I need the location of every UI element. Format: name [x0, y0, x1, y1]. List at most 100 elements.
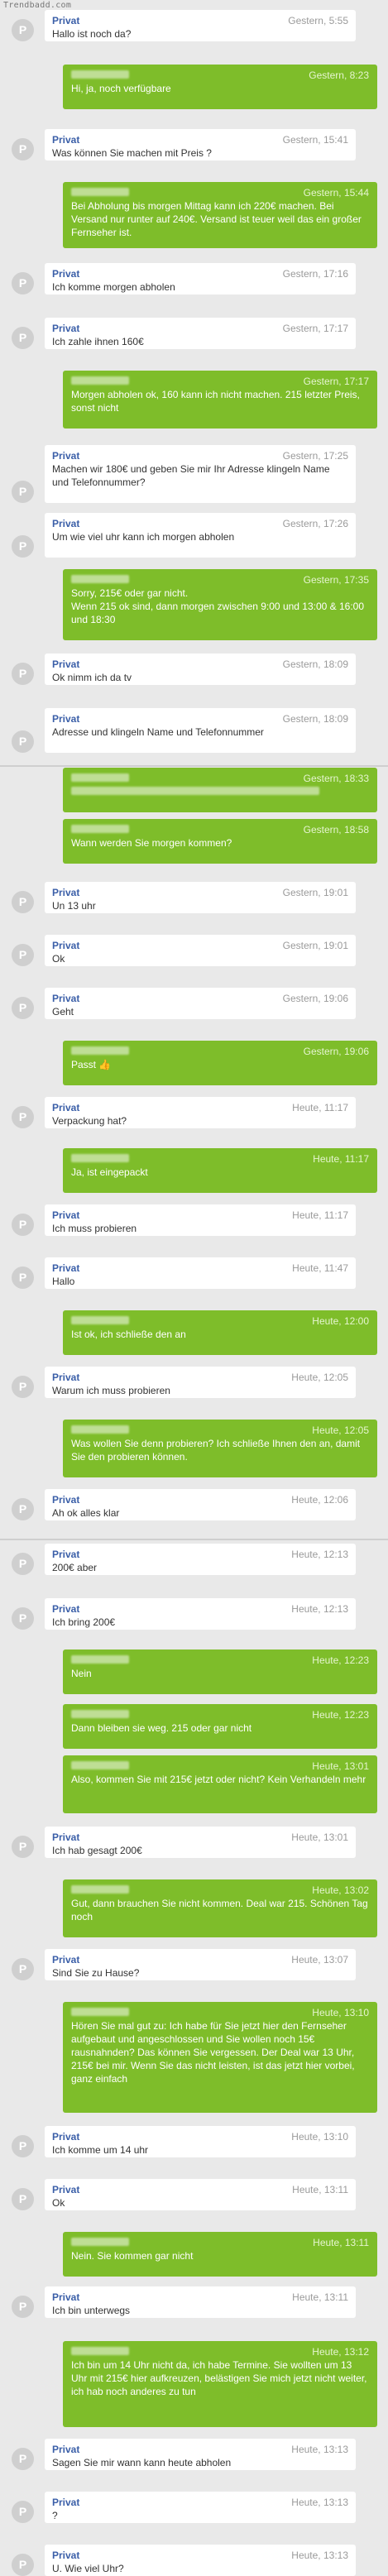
message-bubble[interactable]: Privat Gestern, 5:55 Hallo ist noch da?	[45, 10, 356, 41]
message-bubble[interactable]: Privat Gestern, 19:01 Ok	[45, 935, 356, 966]
message-bubble[interactable]: Privat Gestern, 17:26 Um wie viel uhr kann…	[45, 513, 356, 558]
message-bubble[interactable]: Gestern, 8:23 Hi, ja, noch verfügbare	[63, 65, 377, 109]
message-bubble[interactable]: Heute, 13:01 Also, kommen Sie mit 215€ je…	[63, 1755, 377, 1813]
avatar[interactable]: P	[12, 1958, 34, 1980]
message-bubble[interactable]: Heute, 12:00 Ist ok, ich schließe den an	[63, 1310, 377, 1355]
avatar[interactable]: P	[12, 138, 34, 160]
message-bubble[interactable]: Gestern, 19:06 Passt 👍	[63, 1041, 377, 1085]
avatar[interactable]: P	[12, 1498, 34, 1520]
message-bubble[interactable]: Heute, 13:12 Ich bin um 14 Uhr nicht da, …	[63, 2341, 377, 2427]
avatar[interactable]: P	[12, 997, 34, 1019]
message-bubble[interactable]: Privat Heute, 13:13 U. Wie viel Uhr?	[45, 2545, 356, 2576]
message-bubble[interactable]: Privat Heute, 13:11 Ok	[45, 2179, 356, 2210]
message-timestamp: Gestern, 17:35	[303, 574, 369, 586]
watermark: Trendbadd.com	[3, 1, 72, 10]
avatar[interactable]: P	[12, 2554, 34, 2576]
message-bubble[interactable]: Gestern, 17:35 Sorry, 215€ oder gar nicht…	[63, 569, 377, 640]
message-bubble[interactable]: Privat Heute, 11:17 Ich muss probieren	[45, 1204, 356, 1236]
avatar[interactable]: P	[12, 663, 34, 685]
avatar[interactable]: P	[12, 2448, 34, 2470]
message-bubble[interactable]: Heute, 13:02 Gut, dann brauchen Sie nicht…	[63, 1879, 377, 1937]
message-header: Gestern, 19:06	[71, 1045, 369, 1058]
avatar[interactable]: P	[12, 944, 34, 966]
message-header: Heute, 13:01	[71, 1760, 369, 1773]
message-bubble[interactable]: Privat Gestern, 19:01 Un 13 uhr	[45, 882, 356, 913]
sender-name: Privat	[52, 713, 80, 725]
avatar[interactable]: P	[12, 1266, 34, 1289]
avatar[interactable]: P	[12, 1553, 34, 1575]
message-bubble[interactable]: Privat Gestern, 15:41 Was können Sie mache…	[45, 129, 356, 160]
message-bubble[interactable]: Privat Heute, 13:13 Sagen Sie mir wann kan…	[45, 2439, 356, 2470]
message-bubble[interactable]: Privat Heute, 12:13 Ich bring 200€	[45, 1598, 356, 1630]
message-bubble[interactable]: Heute, 11:17 Ja, ist eingepackt	[63, 1148, 377, 1193]
message-text: Ist ok, ich schließe den an	[71, 1329, 186, 1340]
sender-name: Privat	[52, 15, 80, 26]
avatar[interactable]: P	[12, 535, 34, 558]
message-header: Heute, 13:11	[71, 2236, 369, 2249]
redacted-sender	[71, 188, 129, 196]
message-bubble[interactable]: Privat Heute, 13:11 Ich bin unterwegs	[45, 2286, 356, 2318]
message-header: Gestern, 18:58	[71, 823, 369, 836]
message-bubble[interactable]: Privat Gestern, 17:17 Ich zahle ihnen 160€	[45, 318, 356, 349]
message-timestamp: Heute, 13:10	[291, 2131, 348, 2143]
message-text: Un 13 uhr	[52, 900, 96, 912]
message-bubble[interactable]: Gestern, 17:17 Morgen abholen ok, 160 kan…	[63, 371, 377, 429]
message-header: Privat Heute, 13:13	[52, 2496, 348, 2509]
avatar[interactable]: P	[12, 730, 34, 753]
message-header: Privat Gestern, 17:17	[52, 322, 348, 335]
message-bubble[interactable]: Privat Heute, 13:10 Ich komme um 14 uhr	[45, 2126, 356, 2157]
message-header: Privat Heute, 11:17	[52, 1209, 348, 1222]
message-header: Heute, 12:05	[71, 1424, 369, 1437]
message-header: Gestern, 8:23	[71, 69, 369, 82]
message-bubble[interactable]: Privat Heute, 11:17 Verpackung hat?	[45, 1097, 356, 1128]
message-header: Privat Heute, 11:17	[52, 1101, 348, 1114]
message-bubble[interactable]: Privat Heute, 13:01 Ich hab gesagt 200€	[45, 1827, 356, 1858]
message-bubble[interactable]: Privat Gestern, 19:06 Geht	[45, 988, 356, 1019]
message-bubble[interactable]: Privat Gestern, 18:09 Ok nimm ich da tv	[45, 654, 356, 685]
avatar[interactable]: P	[12, 327, 34, 349]
message-text: Hi, ja, noch verfügbare	[71, 83, 171, 94]
message-bubble[interactable]: Privat Gestern, 18:09 Adresse und klingeln…	[45, 708, 356, 753]
message-header: Privat Heute, 12:13	[52, 1548, 348, 1561]
sender-name: Privat	[52, 2131, 80, 2143]
message-bubble[interactable]: Privat Heute, 12:05 Warum ich muss probier…	[45, 1367, 356, 1398]
avatar[interactable]: P	[12, 1214, 34, 1236]
message-bubble[interactable]: Privat Gestern, 17:25 Machen wir 180€ und …	[45, 445, 356, 503]
avatar[interactable]: P	[12, 2296, 34, 2318]
message-bubble[interactable]: Privat Heute, 13:07 Sind Sie zu Hause?	[45, 1949, 356, 1980]
message-header: Gestern, 17:17	[71, 375, 369, 388]
avatar[interactable]: P	[12, 1607, 34, 1630]
message-timestamp: Gestern, 19:01	[282, 887, 348, 898]
message-header: Privat Gestern, 18:09	[52, 712, 348, 725]
avatar[interactable]: P	[12, 1836, 34, 1858]
message-header: Heute, 13:10	[71, 2006, 369, 2019]
message-bubble[interactable]: Privat Heute, 11:47 Hallo	[45, 1257, 356, 1289]
message-bubble[interactable]: Privat Gestern, 17:16 Ich komme morgen abh…	[45, 263, 356, 294]
message-bubble[interactable]: Heute, 12:23 Nein	[63, 1650, 377, 1694]
message-bubble[interactable]: Privat Heute, 13:13?	[45, 2492, 356, 2523]
message-bubble[interactable]: Privat Heute, 12:06 Ah ok alles klar	[45, 1489, 356, 1520]
avatar[interactable]: P	[12, 2135, 34, 2157]
message-bubble[interactable]: Heute, 12:23 Dann bleiben sie weg. 215 od…	[63, 1704, 377, 1749]
message-bubble[interactable]: Heute, 12:05 Was wollen Sie denn probiere…	[63, 1420, 377, 1477]
message-timestamp: Gestern, 18:09	[282, 713, 348, 725]
avatar[interactable]: P	[12, 1376, 34, 1398]
message-timestamp: Gestern, 17:25	[282, 450, 348, 462]
avatar[interactable]: P	[12, 481, 34, 503]
sender-name: Privat	[52, 450, 80, 462]
message-bubble[interactable]: Heute, 13:10 Hören Sie mal gut zu: Ich ha…	[63, 2002, 377, 2113]
avatar[interactable]: P	[12, 2188, 34, 2210]
avatar[interactable]: P	[12, 19, 34, 41]
avatar[interactable]: P	[12, 2501, 34, 2523]
message-timestamp: Heute, 12:13	[291, 1549, 348, 1560]
message-bubble[interactable]: Gestern, 15:44 Bei Abholung bis morgen Mi…	[63, 182, 377, 248]
message-bubble[interactable]: Privat Heute, 12:13 200€ aber	[45, 1544, 356, 1575]
avatar[interactable]: P	[12, 891, 34, 913]
message-timestamp: Heute, 11:17	[313, 1153, 369, 1165]
avatar[interactable]: P	[12, 1106, 34, 1128]
message-bubble[interactable]: Gestern, 18:58 Wann werden Sie morgen kom…	[63, 819, 377, 864]
message-timestamp: Gestern, 17:17	[303, 376, 369, 387]
avatar[interactable]: P	[12, 272, 34, 294]
message-bubble[interactable]: Heute, 13:11 Nein. Sie kommen gar nicht	[63, 2232, 377, 2277]
message-bubble[interactable]: Gestern, 18:33	[63, 768, 377, 812]
